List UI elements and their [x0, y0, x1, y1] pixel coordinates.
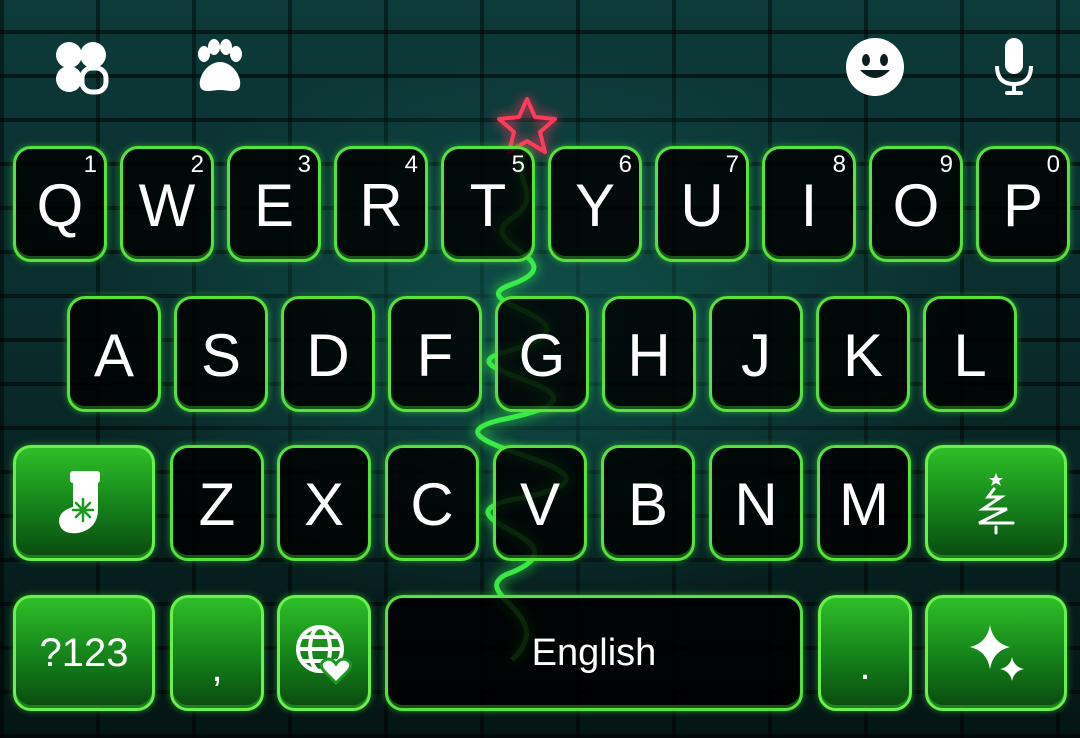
key-label: L	[953, 322, 987, 389]
sticker-button[interactable]	[188, 36, 250, 98]
key-label: J	[741, 322, 771, 389]
key-hint: 0	[1046, 151, 1060, 178]
clover-theme-button[interactable]	[50, 36, 112, 98]
key-label: A	[93, 322, 135, 389]
key-label: P	[1002, 172, 1044, 239]
language-key[interactable]	[277, 595, 371, 711]
key-hint: 4	[404, 151, 418, 178]
key-a[interactable]: A	[67, 296, 161, 412]
key-y[interactable]: Y6	[548, 146, 642, 262]
key-label: H	[627, 322, 671, 389]
key-b[interactable]: B	[601, 445, 695, 561]
space-label: English	[531, 632, 657, 674]
key-label: Y	[574, 172, 616, 239]
key-j[interactable]: J	[709, 296, 803, 412]
enter-key[interactable]	[925, 595, 1067, 711]
key-hint: 9	[939, 151, 953, 178]
emoji-icon	[846, 38, 904, 96]
christmas-tree-icon	[978, 473, 1015, 535]
key-e[interactable]: E3	[227, 146, 321, 262]
microphone-icon	[995, 38, 1033, 95]
key-hint: 1	[83, 151, 97, 178]
key-label: S	[200, 322, 242, 389]
key-label: X	[303, 471, 345, 538]
key-h[interactable]: H	[602, 296, 696, 412]
key-label: B	[627, 471, 669, 538]
key-k[interactable]: K	[816, 296, 910, 412]
key-g[interactable]: G	[495, 296, 589, 412]
key-label: G	[518, 322, 566, 389]
key-x[interactable]: X	[277, 445, 371, 561]
key-hint: 3	[297, 151, 311, 178]
delete-key[interactable]	[925, 445, 1067, 561]
period-label: .	[859, 644, 871, 688]
key-m[interactable]: M	[817, 445, 911, 561]
key-label: Q	[36, 172, 84, 239]
key-label: O	[892, 172, 940, 239]
stocking-icon	[59, 471, 100, 534]
key-w[interactable]: W2	[120, 146, 214, 262]
period-key[interactable]: .	[818, 595, 912, 711]
key-label: W	[138, 172, 196, 239]
key-hint: 2	[190, 151, 204, 178]
key-n[interactable]: N	[709, 445, 803, 561]
key-label: M	[839, 471, 889, 538]
key-d[interactable]: D	[281, 296, 375, 412]
key-label: R	[359, 172, 403, 239]
key-label: E	[253, 172, 295, 239]
key-z[interactable]: Z	[170, 445, 264, 561]
key-o[interactable]: O9	[869, 146, 963, 262]
emoji-button[interactable]	[844, 36, 906, 98]
key-u[interactable]: U7	[655, 146, 749, 262]
key-i[interactable]: I8	[762, 146, 856, 262]
key-l[interactable]: L	[923, 296, 1017, 412]
space-bar[interactable]: English	[385, 595, 803, 711]
key-label: Z	[198, 471, 236, 538]
symbols-label: ?123	[39, 631, 129, 675]
key-label: N	[734, 471, 778, 538]
key-q[interactable]: Q1	[13, 146, 107, 262]
key-t[interactable]: T5	[441, 146, 535, 262]
key-f[interactable]: F	[388, 296, 482, 412]
comma-key[interactable]: ,	[170, 595, 264, 711]
key-hint: 5	[511, 151, 525, 178]
key-label: K	[842, 322, 884, 389]
globe-heart-icon	[296, 625, 353, 685]
key-hint: 8	[832, 151, 846, 178]
key-label: F	[416, 322, 454, 389]
key-v[interactable]: V	[493, 445, 587, 561]
clover-theme-icon	[56, 42, 109, 95]
key-s[interactable]: S	[174, 296, 268, 412]
key-p[interactable]: P0	[976, 146, 1070, 262]
comma-label: ,	[211, 646, 223, 690]
symbols-key[interactable]: ?123	[13, 595, 155, 711]
shift-key[interactable]	[13, 445, 155, 561]
key-hint: 6	[618, 151, 632, 178]
paw-sticker-icon	[198, 39, 242, 91]
key-label: T	[469, 172, 507, 239]
sparkle-icon	[970, 625, 1024, 681]
key-c[interactable]: C	[385, 445, 479, 561]
key-label: V	[519, 471, 561, 538]
key-r[interactable]: R4	[334, 146, 428, 262]
voice-input-button[interactable]	[983, 36, 1045, 98]
key-label: C	[410, 471, 454, 538]
key-label: I	[800, 172, 818, 239]
key-hint: 7	[725, 151, 739, 178]
key-label: U	[680, 172, 724, 239]
key-label: D	[306, 322, 350, 389]
